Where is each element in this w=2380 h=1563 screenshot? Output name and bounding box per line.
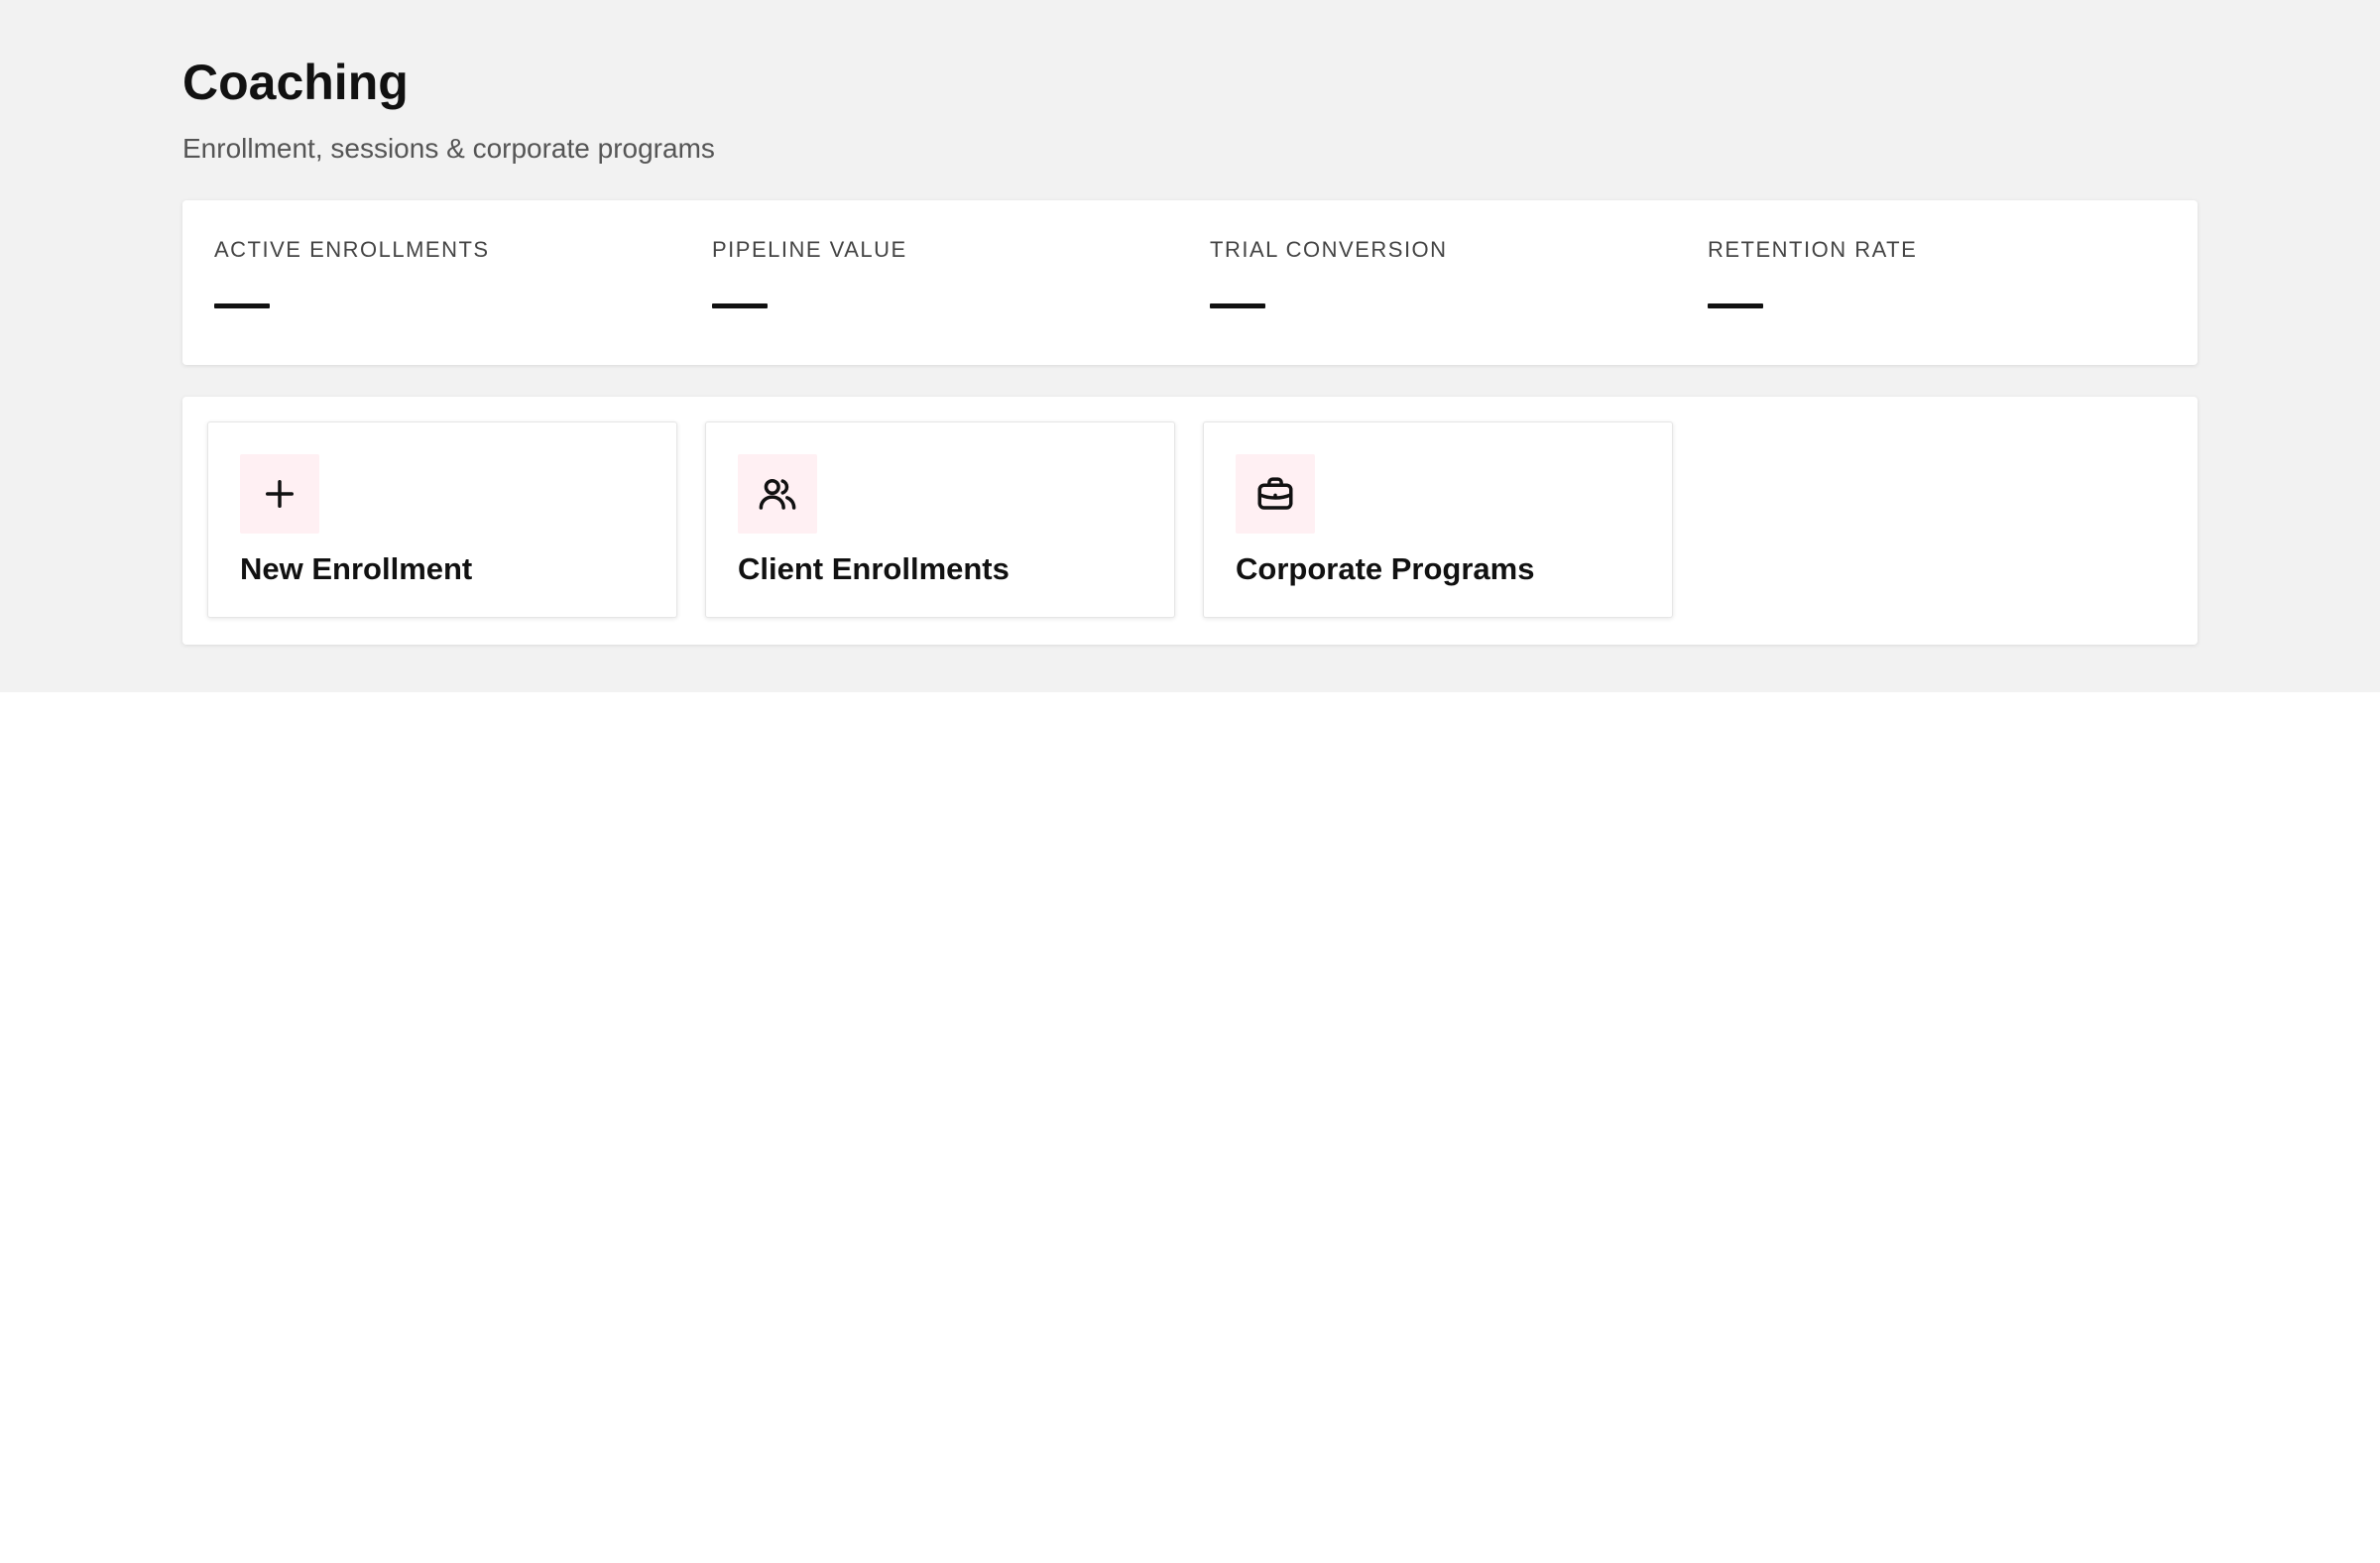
stat-label: PIPELINE VALUE — [712, 237, 907, 262]
tile-label: Client Enrollments — [738, 551, 1010, 586]
stat-value-placeholder — [214, 303, 270, 308]
users-icon — [738, 454, 817, 534]
stat-pipeline-value: PIPELINE VALUE — [680, 200, 1178, 365]
tile-label: New Enrollment — [240, 551, 473, 586]
stat-label: TRIAL CONVERSION — [1210, 237, 1448, 262]
new-enrollment-button[interactable]: New Enrollment — [207, 421, 677, 618]
stat-value-placeholder — [1708, 303, 1763, 308]
plus-icon — [240, 454, 319, 534]
quick-actions-card: New Enrollment Client Enrollments Corpor… — [182, 397, 2198, 645]
stat-value-placeholder — [712, 303, 768, 308]
tile-label: Corporate Programs — [1236, 551, 1535, 586]
page-title: Coaching — [182, 55, 409, 110]
stat-label: ACTIVE ENROLLMENTS — [214, 237, 490, 262]
stat-trial-conversion: TRIAL CONVERSION — [1178, 200, 1676, 365]
stat-active-enrollments: ACTIVE ENROLLMENTS — [182, 200, 680, 365]
stat-retention-rate: RETENTION RATE — [1676, 200, 2174, 365]
stat-value-placeholder — [1210, 303, 1265, 308]
page-subtitle: Enrollment, sessions & corporate program… — [182, 133, 715, 164]
corporate-programs-button[interactable]: Corporate Programs — [1203, 421, 1673, 618]
briefcase-icon — [1236, 454, 1315, 534]
client-enrollments-button[interactable]: Client Enrollments — [705, 421, 1175, 618]
stats-card: ACTIVE ENROLLMENTS PIPELINE VALUE TRIAL … — [182, 200, 2198, 365]
stat-label: RETENTION RATE — [1708, 237, 1918, 262]
